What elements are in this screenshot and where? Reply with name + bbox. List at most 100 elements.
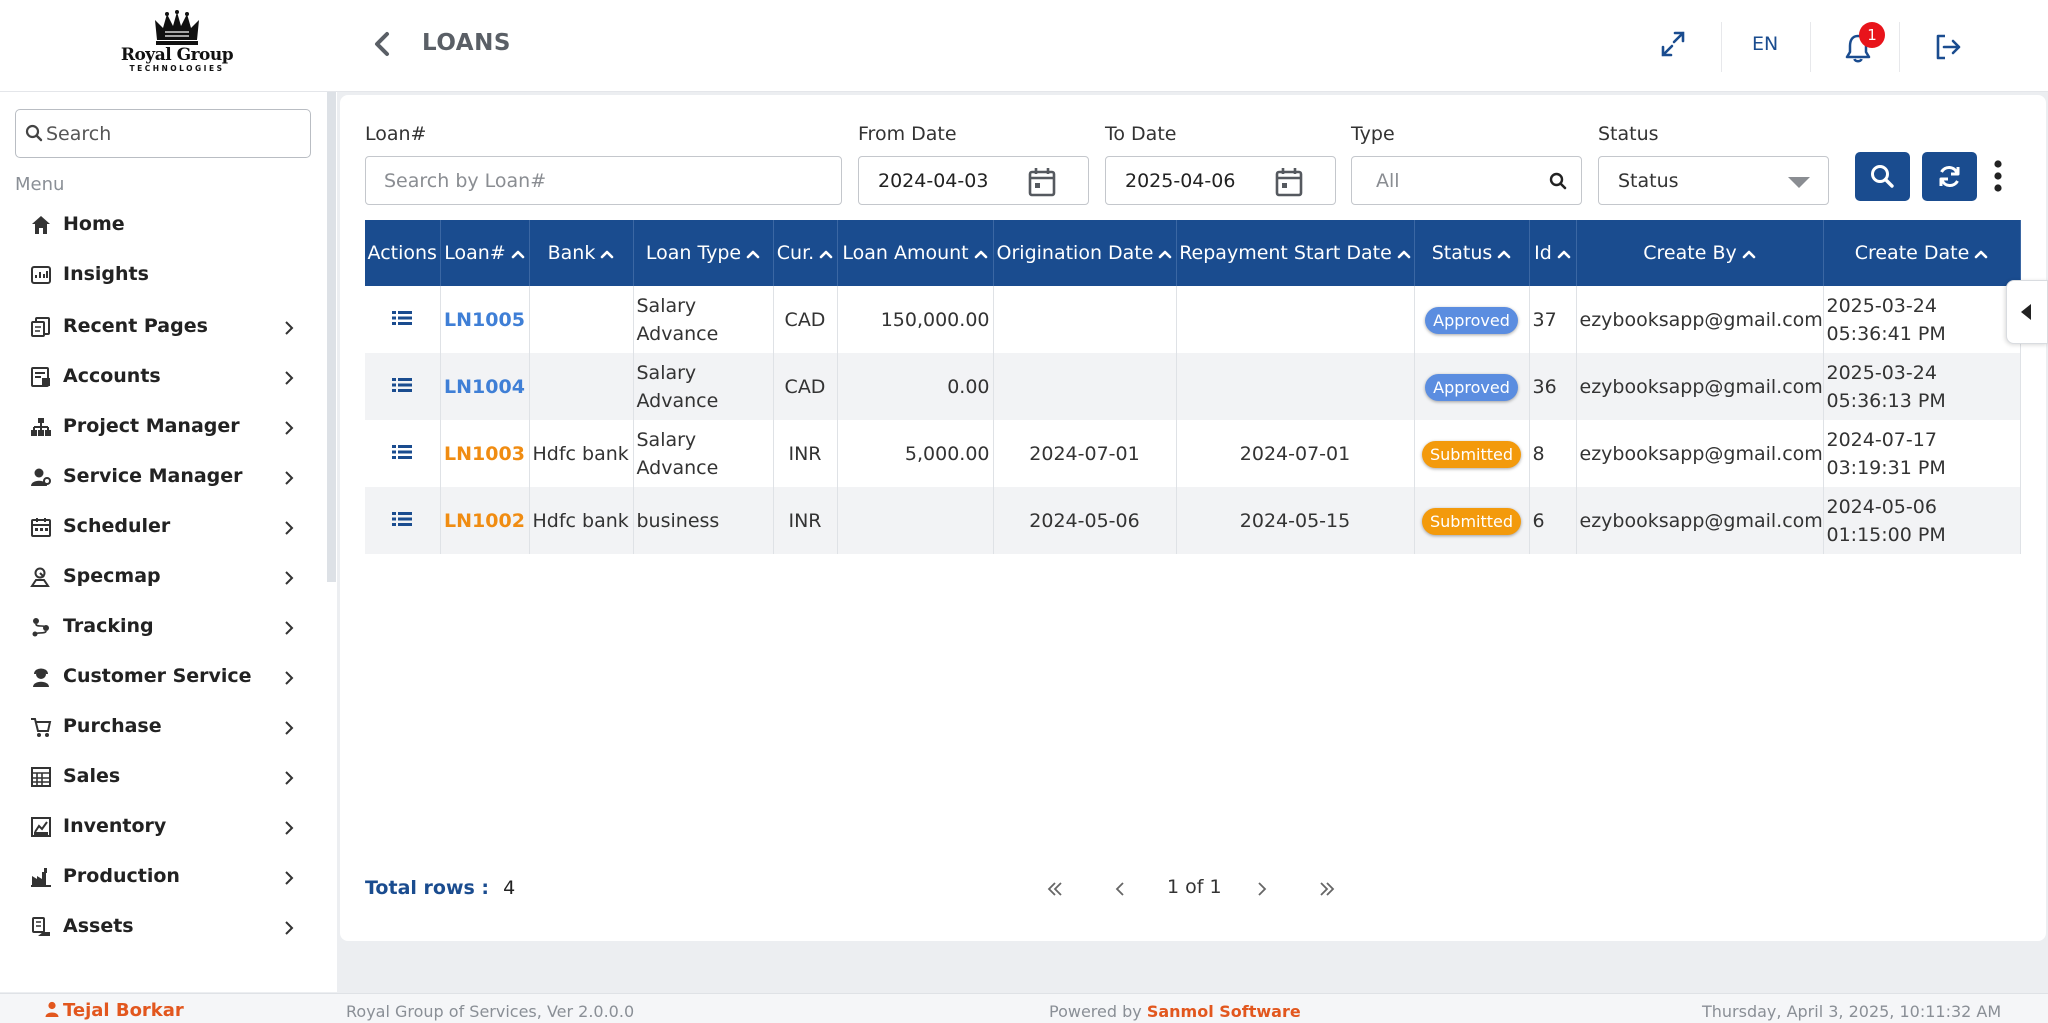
search-button[interactable] — [1855, 152, 1910, 201]
brand-subtitle: TECHNOLOGIES — [129, 64, 225, 73]
from-date-field[interactable] — [858, 156, 1089, 205]
sidebar-item-scheduler[interactable]: Scheduler — [0, 506, 320, 550]
column-header-create-by[interactable]: Create By — [1576, 220, 1824, 286]
column-header-id[interactable]: Id — [1529, 220, 1577, 286]
sort-up-icon[interactable] — [1158, 249, 1172, 259]
sidebar-search-input[interactable] — [46, 120, 301, 148]
list-icon[interactable] — [392, 310, 413, 326]
sidebar-scrollbar[interactable] — [327, 92, 336, 582]
back-button[interactable] — [370, 28, 394, 60]
table-row[interactable]: LN1003 Hdfc bank Salary Advance INR 5,000.00 2… — [365, 420, 2021, 487]
create-date: 2025-03-24 — [1826, 294, 1937, 317]
loan-number-link[interactable]: LN1004 — [444, 376, 525, 398]
from-date-label: From Date — [858, 123, 957, 145]
sidebar-item-tracking[interactable]: Tracking — [0, 606, 320, 650]
origination-date-cell: 2024-05-06 — [993, 487, 1177, 554]
next-page-button[interactable] — [1255, 878, 1269, 904]
app-version: Royal Group of Services, Ver 2.0.0.0 — [346, 1002, 635, 1021]
create-date: 2025-03-24 — [1826, 361, 1937, 384]
table-row[interactable]: LN1005 Salary Advance CAD 150,000.00 Approved… — [365, 286, 2021, 353]
sidebar-search[interactable] — [15, 109, 311, 158]
sort-up-icon[interactable] — [746, 249, 760, 259]
column-header-loan-type[interactable]: Loan Type — [633, 220, 774, 286]
sort-up-icon[interactable] — [1557, 249, 1571, 259]
sidebar-item-production[interactable]: Production — [0, 856, 320, 900]
sort-up-icon[interactable] — [1497, 249, 1511, 259]
calendar-icon[interactable] — [1026, 165, 1058, 199]
list-icon[interactable] — [392, 511, 413, 527]
language-selector[interactable]: EN — [1752, 33, 1778, 55]
side-panel-toggle[interactable] — [2006, 280, 2048, 344]
id-cell: 8 — [1529, 420, 1577, 487]
recent-pages-icon — [31, 317, 50, 337]
sidebar-item-project-manager[interactable]: Project Manager — [0, 406, 320, 450]
current-user[interactable]: Tejal Borkar — [45, 1000, 184, 1021]
loan-number-link[interactable]: LN1003 — [444, 443, 525, 465]
loan-search-field[interactable] — [365, 156, 842, 205]
sidebar-item-assets[interactable]: Assets — [0, 906, 320, 950]
column-header-loan-amount[interactable]: Loan Amount — [837, 220, 994, 286]
loan-number-link[interactable]: LN1005 — [444, 309, 525, 331]
create-date-cell: 2024-07-17 03:19:31 PM — [1823, 420, 2021, 487]
loan-number-link[interactable]: LN1002 — [444, 510, 525, 532]
sort-up-icon[interactable] — [511, 249, 525, 259]
last-page-button[interactable] — [1318, 878, 1336, 904]
to-date-input[interactable] — [1125, 167, 1275, 195]
first-page-button[interactable] — [1046, 878, 1064, 904]
table-body: LN1005 Salary Advance CAD 150,000.00 Approved… — [365, 286, 2021, 554]
create-time: 01:15:00 PM — [1826, 523, 1946, 546]
sidebar-item-sales[interactable]: Sales — [0, 756, 320, 800]
column-header-create-date[interactable]: Create Date — [1823, 220, 2021, 286]
fullscreen-button[interactable] — [1658, 28, 1688, 64]
status-badge: Approved — [1425, 306, 1518, 334]
status-select[interactable]: Status — [1598, 156, 1829, 205]
powered-by-brand[interactable]: Sanmol Software — [1147, 1002, 1301, 1021]
logout-button[interactable] — [1933, 32, 1963, 66]
list-icon[interactable] — [392, 377, 413, 393]
sort-up-icon[interactable] — [1742, 249, 1756, 259]
sidebar-item-recent-pages[interactable]: Recent Pages — [0, 306, 320, 350]
prev-page-button[interactable] — [1113, 878, 1127, 904]
caret-down-icon — [1788, 177, 1810, 188]
refresh-button[interactable] — [1922, 152, 1977, 201]
type-field[interactable] — [1351, 156, 1582, 205]
from-date-input[interactable] — [878, 167, 1028, 195]
sidebar-item-home[interactable]: Home — [0, 204, 320, 248]
sidebar-item-specmap[interactable]: Specmap — [0, 556, 320, 600]
column-header-cur[interactable]: Cur. — [773, 220, 838, 286]
sort-up-icon[interactable] — [600, 249, 614, 259]
search-icon[interactable] — [1549, 172, 1567, 190]
status-select-value: Status — [1618, 170, 1679, 192]
sort-up-icon[interactable] — [1974, 249, 1988, 259]
loan-search-input[interactable] — [384, 167, 824, 195]
sidebar-item-inventory[interactable]: Inventory — [0, 806, 320, 850]
sidebar-item-purchase[interactable]: Purchase — [0, 706, 320, 750]
sidebar-item-insights[interactable]: Insights — [0, 254, 320, 298]
sidebar-item-service-manager[interactable]: Service Manager — [0, 456, 320, 500]
column-header-origination-date[interactable]: Origination Date — [993, 220, 1177, 286]
header-divider — [1810, 22, 1811, 72]
more-options-button[interactable] — [1991, 157, 2005, 197]
type-input[interactable] — [1376, 167, 1536, 195]
sort-up-icon[interactable] — [819, 249, 833, 259]
column-header-status[interactable]: Status — [1414, 220, 1530, 286]
sort-up-icon[interactable] — [1397, 249, 1411, 259]
loan-type-line-1: Salary — [636, 361, 697, 384]
calendar-icon[interactable] — [1273, 165, 1305, 199]
table-row[interactable]: LN1002 Hdfc bank business INR 2024-05-06 2024… — [365, 487, 2021, 554]
loan-type-line-1: business — [636, 509, 720, 532]
customer-service-icon — [33, 668, 49, 687]
company-logo[interactable]: Royal Group TECHNOLOGIES — [112, 10, 242, 84]
current-user-name: Tejal Borkar — [63, 1000, 184, 1021]
create-date-cell: 2024-05-06 01:15:00 PM — [1823, 487, 2021, 554]
sidebar-item-customer-service[interactable]: Customer Service — [0, 656, 320, 700]
sort-up-icon[interactable] — [974, 249, 988, 259]
column-header-label: Create By — [1643, 242, 1737, 264]
list-icon[interactable] — [392, 444, 413, 460]
column-header-loan[interactable]: Loan# — [440, 220, 530, 286]
table-row[interactable]: LN1004 Salary Advance CAD 0.00 Approved 36 ezyb… — [365, 353, 2021, 420]
column-header-bank[interactable]: Bank — [529, 220, 634, 286]
to-date-field[interactable] — [1105, 156, 1336, 205]
column-header-repayment-start-date[interactable]: Repayment Start Date — [1176, 220, 1415, 286]
sidebar-item-accounts[interactable]: Accounts — [0, 356, 320, 400]
